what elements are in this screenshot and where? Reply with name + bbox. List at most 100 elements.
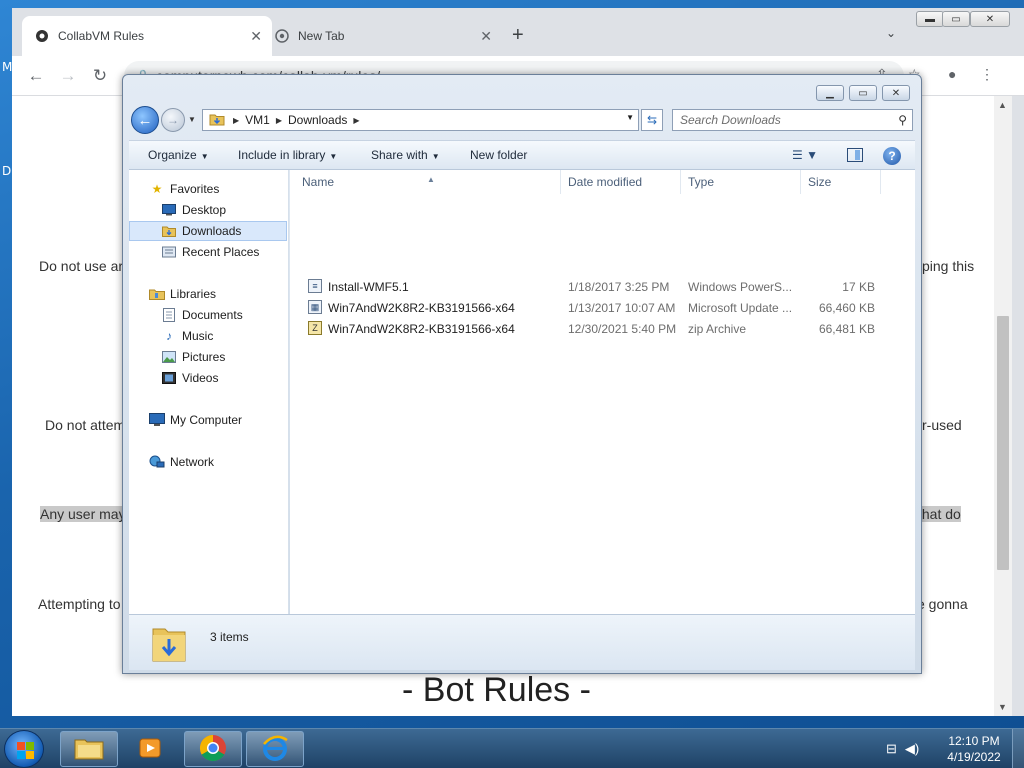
show-desktop-button[interactable]: [1012, 729, 1024, 768]
column-header-name[interactable]: Name ▲: [290, 170, 561, 194]
nav-videos[interactable]: Videos: [129, 368, 287, 388]
start-button[interactable]: [4, 730, 44, 768]
back-arrow-icon[interactable]: ←: [24, 64, 48, 88]
nav-recent-places[interactable]: Recent Places: [129, 242, 287, 262]
scroll-up-icon[interactable]: ▲: [998, 100, 1007, 110]
recent-places-icon: [161, 244, 177, 260]
menu-kebab-icon[interactable]: ⋮: [980, 66, 994, 83]
file-type: Windows PowerS...: [688, 280, 793, 294]
scrollbar-thumb[interactable]: [997, 316, 1009, 570]
file-row[interactable]: Z Win7AndW2K8R2-KB3191566-x64 12/30/2021…: [290, 318, 915, 339]
scroll-down-icon[interactable]: ▼: [998, 702, 1007, 712]
rule-text-fragment: Do not attem: [45, 417, 126, 433]
column-header-size[interactable]: Size: [801, 170, 881, 194]
refresh-icon[interactable]: ⇆: [641, 109, 663, 131]
nav-music[interactable]: ♪ Music: [129, 326, 287, 346]
taskbar-explorer-button[interactable]: [60, 731, 118, 767]
include-in-library-button[interactable]: Include in library ▼: [238, 148, 337, 162]
breadcrumb-downloads[interactable]: Downloads: [288, 113, 347, 127]
music-note-icon: ♪: [166, 329, 172, 343]
desktop-icon-fragment: M: [2, 60, 13, 74]
chrome-icon: [199, 734, 227, 765]
desktop-icon-fragment: D: [2, 164, 12, 178]
preview-pane-icon[interactable]: [847, 148, 863, 162]
chrome-minimize-button[interactable]: ▬: [916, 11, 944, 27]
organize-button[interactable]: Organize ▼: [148, 148, 209, 162]
volume-icon[interactable]: ◀): [905, 741, 919, 757]
nav-label: Music: [182, 329, 214, 343]
nav-my-computer[interactable]: My Computer: [129, 410, 287, 430]
column-label: Name: [302, 175, 335, 189]
nav-label: Pictures: [182, 350, 226, 364]
address-dropdown-icon[interactable]: ▼: [626, 113, 634, 122]
tab-collabvm-rules[interactable]: CollabVM Rules ✕: [22, 16, 272, 56]
help-icon[interactable]: ?: [883, 147, 901, 165]
close-tab-icon[interactable]: ✕: [480, 28, 492, 45]
forward-arrow-icon[interactable]: →: [161, 108, 185, 132]
network-icon: [149, 454, 165, 470]
downloads-folder-icon: [161, 223, 177, 239]
nav-network[interactable]: Network: [129, 452, 287, 472]
search-downloads-input[interactable]: Search Downloads ⚲: [672, 109, 913, 131]
search-icon[interactable]: ⚲: [898, 110, 907, 130]
page-scrollbar[interactable]: ▲ ▼: [994, 96, 1012, 716]
folder-breadcrumb-icon: [209, 112, 225, 129]
back-arrow-icon[interactable]: ←: [131, 106, 159, 134]
nav-label: Network: [170, 455, 215, 469]
file-list-pane: Name ▲ Date modified Type Size ≡ Install…: [290, 170, 915, 614]
breadcrumb-separator-icon[interactable]: ▶: [353, 116, 359, 125]
command-bar: Organize ▼ Include in library ▼ Share with…: [129, 140, 915, 170]
nav-desktop[interactable]: Desktop: [129, 200, 287, 220]
network-tray-icon[interactable]: ⊟: [886, 741, 897, 757]
star-icon: ★: [151, 182, 163, 196]
nav-pictures[interactable]: Pictures: [129, 347, 287, 367]
windows-logo-icon: [17, 751, 25, 759]
new-folder-button[interactable]: New folder: [470, 148, 527, 162]
file-row[interactable]: ≡ Install-WMF5.1 1/18/2017 3:25 PM Windo…: [290, 276, 915, 297]
column-header-type[interactable]: Type: [681, 170, 801, 194]
explorer-address-bar[interactable]: ▶ VM1 ▶ Downloads ▶ ▼: [202, 109, 639, 131]
file-type: Microsoft Update ...: [688, 301, 793, 315]
clock-date: 4/19/2022: [947, 750, 1001, 764]
tab-title: CollabVM Rules: [58, 29, 145, 43]
folder-icon: [74, 736, 104, 763]
nav-favorites[interactable]: ★ Favorites: [129, 179, 287, 199]
share-with-button[interactable]: Share with ▼: [371, 148, 440, 162]
file-date: 1/13/2017 10:07 AM: [568, 301, 676, 315]
breadcrumb-separator-icon[interactable]: ▶: [233, 116, 239, 125]
nav-label: Libraries: [170, 287, 217, 301]
explorer-close-button[interactable]: ✕: [882, 85, 910, 101]
share-with-label: Share with: [371, 148, 428, 162]
windows-logo-icon: [17, 742, 25, 750]
nav-documents[interactable]: Documents: [129, 305, 287, 325]
file-row[interactable]: ▦ Win7AndW2K8R2-KB3191566-x64 1/13/2017 …: [290, 297, 915, 318]
sort-ascending-icon: ▲: [427, 175, 435, 184]
forward-arrow-icon[interactable]: →: [56, 64, 80, 88]
dropdown-arrow-icon: ▼: [329, 152, 338, 161]
taskbar-chrome-button[interactable]: [184, 731, 242, 767]
include-in-library-label: Include in library: [238, 148, 326, 162]
column-header-date-modified[interactable]: Date modified: [561, 170, 681, 194]
nav-downloads[interactable]: Downloads: [129, 221, 287, 241]
profile-avatar-icon[interactable]: ●: [948, 66, 956, 82]
tab-new-tab[interactable]: New Tab ✕: [262, 16, 502, 56]
system-tray: ⊟ ◀): [886, 729, 927, 768]
new-tab-button[interactable]: +: [512, 24, 524, 47]
taskbar-ie-button[interactable]: [246, 731, 304, 767]
explorer-maximize-button[interactable]: ▭: [849, 85, 877, 101]
recent-locations-chevron-icon[interactable]: ▼: [188, 115, 196, 124]
chrome-close-button[interactable]: ✕: [970, 11, 1010, 27]
videos-icon: [161, 370, 177, 386]
breadcrumb-separator-icon[interactable]: ▶: [276, 116, 282, 125]
clock[interactable]: 12:10 PM 4/19/2022: [944, 733, 1004, 765]
chrome-maximize-button[interactable]: ▭: [942, 11, 970, 27]
close-tab-icon[interactable]: ✕: [250, 28, 262, 45]
nav-libraries[interactable]: Libraries: [129, 284, 287, 304]
reload-icon[interactable]: ↻: [88, 64, 112, 88]
explorer-minimize-button[interactable]: ▁: [816, 85, 844, 101]
tab-search-chevron-icon[interactable]: ⌄: [886, 26, 896, 40]
breadcrumb-vm1[interactable]: VM1: [245, 113, 270, 127]
change-view-icon[interactable]: ☰ ▼: [792, 148, 818, 162]
taskbar-media-player-button[interactable]: [122, 731, 180, 767]
search-placeholder: Search Downloads: [680, 113, 781, 127]
